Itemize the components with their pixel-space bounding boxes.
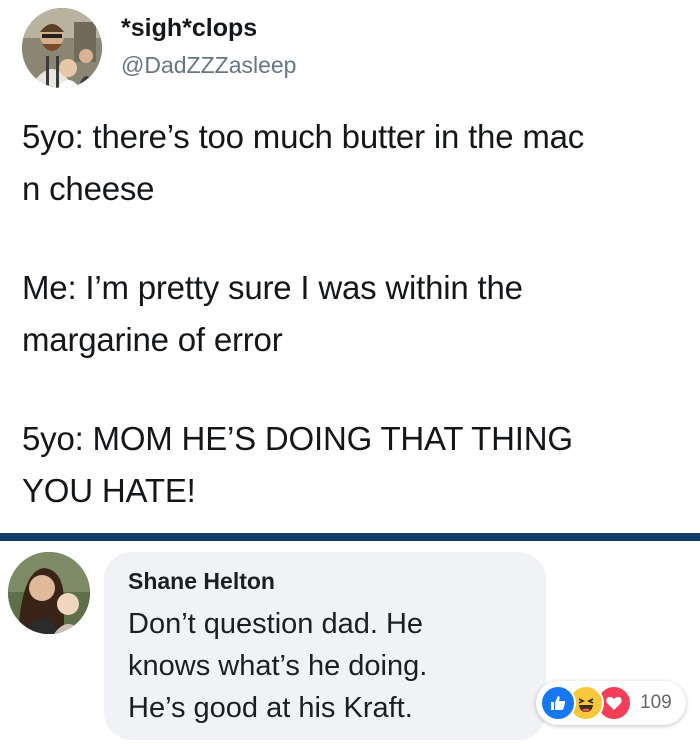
tweet-text-line: Me: I’m pretty sure I was within the xyxy=(22,269,523,306)
tweet-text-line: YOU HATE! xyxy=(22,472,196,509)
avatar-photo-icon xyxy=(22,8,102,88)
tweet-text-line: 5yo: there’s too much butter in the mac xyxy=(22,118,585,155)
like-icon xyxy=(540,685,576,721)
tweet-card: *sigh*clops @DadZZZasleep 5yo: there’s t… xyxy=(0,0,700,532)
comment-thread: Shane Helton Don’t question dad. He know… xyxy=(0,541,700,744)
tweet-text-line: 5yo: MOM HE’S DOING THAT THING xyxy=(22,420,573,457)
tweet-author-avatar[interactable] xyxy=(22,8,102,88)
reactions-summary[interactable]: 109 xyxy=(536,681,686,725)
tweet-text-line: margarine of error xyxy=(22,321,283,358)
commenter-name[interactable]: Shane Helton xyxy=(128,568,275,595)
avatar-photo-icon xyxy=(8,552,90,634)
comment-text-line: Don’t question dad. He xyxy=(128,608,424,640)
tweet-handle[interactable]: @DadZZZasleep xyxy=(121,52,296,79)
comment-text-line: knows what’s he doing. xyxy=(128,650,428,682)
commenter-avatar[interactable] xyxy=(8,552,90,634)
reaction-count: 109 xyxy=(640,692,672,713)
comment-text-line: He’s good at his Kraft. xyxy=(128,692,413,724)
tweet-text-line: n cheese xyxy=(22,170,155,207)
tweet-display-name[interactable]: *sigh*clops xyxy=(121,14,257,43)
comment-bubble: Shane Helton Don’t question dad. He know… xyxy=(104,552,546,740)
section-divider xyxy=(0,533,700,541)
